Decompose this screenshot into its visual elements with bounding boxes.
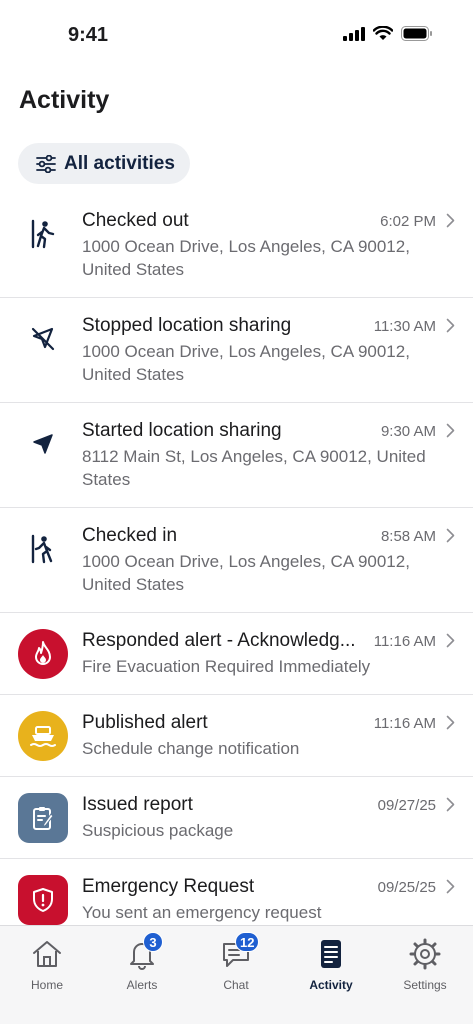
chevron-right-icon <box>446 528 455 543</box>
chevron-right-icon <box>446 879 455 894</box>
chevron-right-icon <box>446 213 455 228</box>
activity-time: 8:58 AM <box>380 528 436 545</box>
tab-label: Chat <box>223 978 249 992</box>
filter-label: All activities <box>64 152 175 174</box>
activity-title: Stopped location sharing <box>82 315 292 336</box>
activity-title: Started location sharing <box>82 420 282 441</box>
chevron-right-icon <box>446 318 455 333</box>
tab-home[interactable]: Home <box>0 938 94 992</box>
activity-time: 6:02 PM <box>380 213 436 230</box>
activity-time: 11:16 AM <box>373 715 436 732</box>
tab-label: Home <box>30 978 63 992</box>
wifi-icon <box>373 26 393 40</box>
activity-subtitle: Fire Evacuation Required Immediately <box>82 657 371 676</box>
tab-activity[interactable]: Activity <box>284 938 378 992</box>
page-title: Activity <box>19 86 110 114</box>
cellular-signal-icon <box>343 26 365 41</box>
activity-title: Published alert <box>82 712 208 733</box>
settings-icon <box>409 938 441 970</box>
activity-subtitle: 1000 Ocean Drive, Los Angeles, CA 90012,… <box>82 342 410 384</box>
tab-label: Alerts <box>126 978 158 992</box>
chevron-right-icon <box>446 633 455 648</box>
tab-alerts[interactable]: 3 Alerts <box>95 932 189 992</box>
activity-subtitle: 1000 Ocean Drive, Los Angeles, CA 90012,… <box>82 552 410 594</box>
tab-bar: Home 3 Alerts 12 Chat Activity Settings <box>0 925 473 1024</box>
activity-row-checked-in[interactable]: Checked in 1000 Ocean Drive, Los Angeles… <box>0 508 473 613</box>
activity-subtitle: 8112 Main St, Los Angeles, CA 90012, Uni… <box>82 447 426 489</box>
activity-screen: 9:41 Activity All activities Checked out… <box>0 0 473 1024</box>
activity-row-checked-out[interactable]: Checked out 1000 Ocean Drive, Los Angele… <box>0 193 473 298</box>
activity-row-published-alert[interactable]: Published alert Schedule change notifica… <box>0 695 473 777</box>
status-icons <box>343 26 433 41</box>
clipboard-edit-icon <box>33 807 54 830</box>
filter-all-activities-button[interactable]: All activities <box>18 143 190 184</box>
activity-time: 09/27/25 <box>377 797 436 814</box>
emergency-badge <box>18 875 68 925</box>
activity-time: 11:30 AM <box>373 318 436 335</box>
activity-row-stopped-location-sharing[interactable]: Stopped location sharing 1000 Ocean Driv… <box>0 298 473 403</box>
fire-badge <box>18 629 68 679</box>
ferry-icon <box>30 726 56 747</box>
activity-row-responded-alert[interactable]: Responded alert - Acknowledg... Fire Eva… <box>0 613 473 695</box>
chevron-right-icon <box>446 715 455 730</box>
activity-time: 09/25/25 <box>377 879 436 896</box>
activity-row-started-location-sharing[interactable]: Started location sharing 8112 Main St, L… <box>0 403 473 508</box>
tab-settings[interactable]: Settings <box>378 938 472 992</box>
activity-list-icon <box>321 940 341 968</box>
activity-row-issued-report[interactable]: Issued report Suspicious package 09/27/2… <box>0 777 473 859</box>
walk-out-icon <box>31 219 55 249</box>
sliders-icon <box>36 154 56 173</box>
chat-badge: 12 <box>235 932 260 952</box>
fire-icon <box>35 641 51 665</box>
home-icon <box>33 941 61 967</box>
activity-list: Checked out 1000 Ocean Drive, Los Angele… <box>0 193 473 941</box>
location-off-icon <box>31 327 55 351</box>
activity-subtitle: Suspicious package <box>82 821 234 840</box>
status-time: 9:41 <box>68 24 109 46</box>
activity-subtitle: You sent an emergency request <box>82 903 322 922</box>
tab-chat[interactable]: 12 Chat <box>189 932 283 992</box>
activity-subtitle: 1000 Ocean Drive, Los Angeles, CA 90012,… <box>82 237 410 279</box>
location-arrow-icon <box>33 434 53 454</box>
status-bar: 9:41 <box>0 0 473 70</box>
shield-alert-icon <box>33 888 53 912</box>
activity-title: Checked in <box>82 525 178 546</box>
activity-time: 11:16 AM <box>373 633 436 650</box>
chevron-right-icon <box>446 797 455 812</box>
battery-icon <box>401 26 432 41</box>
activity-title: Checked out <box>82 210 189 231</box>
report-badge <box>18 793 68 843</box>
tab-label: Activity <box>309 978 353 992</box>
activity-title: Emergency Request <box>82 876 255 897</box>
activity-time: 9:30 AM <box>380 423 436 440</box>
walk-in-icon <box>31 534 53 564</box>
tab-label: Settings <box>403 978 447 992</box>
activity-title: Issued report <box>82 794 193 815</box>
activity-subtitle: Schedule change notification <box>82 739 300 758</box>
ferry-badge <box>18 711 68 761</box>
alerts-badge: 3 <box>143 932 163 952</box>
chevron-right-icon <box>446 423 455 438</box>
activity-title: Responded alert - Acknowledg... <box>82 630 356 651</box>
